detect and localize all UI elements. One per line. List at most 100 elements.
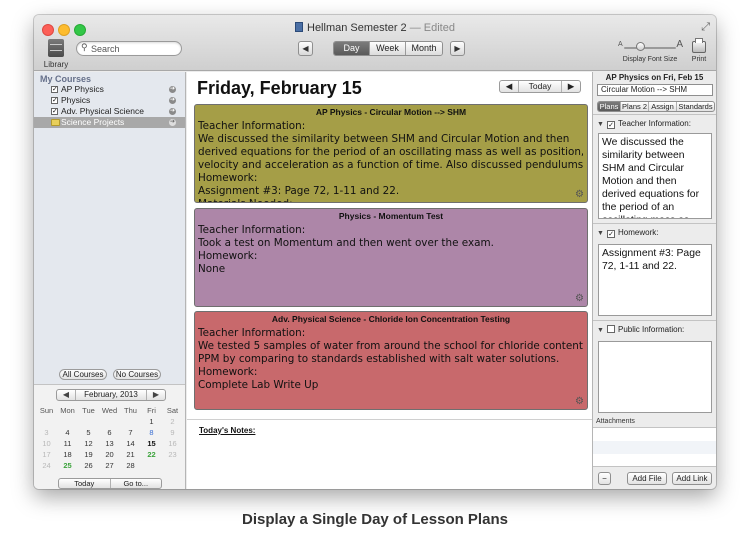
calendar-day[interactable]: 8	[141, 427, 162, 438]
course-checkbox[interactable]: ✓	[51, 86, 58, 93]
disclosure-triangle-icon[interactable]: ▼	[597, 120, 605, 130]
today-button[interactable]: Today	[518, 81, 562, 92]
font-size-slider[interactable]: A A	[618, 39, 683, 53]
section-checkbox[interactable]: ✓	[607, 121, 615, 129]
section-header: ▼ ✓ Teacher Information:	[597, 119, 691, 129]
calendar-goto-button[interactable]: Go to...	[111, 479, 162, 488]
calendar-day[interactable]: 17	[36, 449, 57, 460]
previous-day-button[interactable]: ◀	[500, 81, 518, 92]
gear-icon[interactable]: ⚙	[575, 397, 584, 407]
tab-assign[interactable]: Assign	[649, 102, 677, 111]
lesson-select[interactable]: Circular Motion --> SHM	[597, 84, 713, 96]
todays-notes-label[interactable]: Today's Notes:	[199, 426, 255, 435]
slider-knob[interactable]	[636, 42, 645, 51]
calendar-day[interactable]: 21	[120, 449, 141, 460]
calendar-day[interactable]: 7	[120, 427, 141, 438]
section-checkbox[interactable]	[607, 325, 615, 333]
lesson-card-adv-physical-science[interactable]: Adv. Physical Science - Chloride Ion Con…	[194, 311, 588, 410]
calendar-day[interactable]: 16	[162, 438, 183, 449]
calendar-day[interactable]: 2	[162, 416, 183, 427]
app-window: Hellman Semester 2 — Edited ⤢ Library ⚲ …	[34, 15, 716, 489]
calendar-today-button[interactable]: Today	[59, 479, 111, 488]
go-arrow-icon[interactable]: ➔	[169, 108, 176, 115]
course-item-ap-physics[interactable]: ✓ AP Physics ➔	[34, 84, 185, 95]
course-checkbox[interactable]: ✓	[51, 108, 58, 115]
calendar-day[interactable]: 15	[141, 438, 162, 449]
print-button[interactable]: Print	[688, 38, 710, 63]
course-item-adv-physical-science[interactable]: ✓ Adv. Physical Science ➔	[34, 106, 185, 117]
next-period-button[interactable]: ▶	[450, 41, 465, 56]
lesson-body: Teacher Information: Took a test on Momen…	[198, 224, 583, 306]
add-file-button[interactable]: Add File	[627, 472, 667, 485]
fullscreen-icon[interactable]: ⤢	[701, 21, 710, 34]
lesson-card-physics[interactable]: Physics - Momentum Test Teacher Informat…	[194, 208, 588, 307]
calendar-day[interactable]: 23	[162, 449, 183, 460]
document-icon	[295, 22, 303, 32]
lesson-card-ap-physics[interactable]: AP Physics - Circular Motion --> SHM Tea…	[194, 104, 588, 203]
calendar-weekday: Mon	[60, 406, 75, 415]
course-item-science-projects[interactable]: Science Projects ➔	[34, 117, 185, 128]
go-arrow-icon[interactable]: ➔	[169, 119, 176, 126]
calendar-day[interactable]: 13	[99, 438, 120, 449]
attachments-footer: − Add File Add Link	[593, 467, 716, 489]
calendar-day[interactable]: 26	[78, 460, 99, 471]
calendar-day[interactable]: 14	[120, 438, 141, 449]
go-arrow-icon[interactable]: ➔	[169, 86, 176, 93]
course-checkbox[interactable]: ✓	[51, 97, 58, 104]
view-week-button[interactable]: Week	[370, 42, 406, 55]
calendar-day[interactable]: 11	[57, 438, 78, 449]
calendar-day[interactable]: 9	[162, 427, 183, 438]
view-month-button[interactable]: Month	[406, 42, 442, 55]
calendar-day[interactable]: 5	[78, 427, 99, 438]
calendar-day[interactable]: 20	[99, 449, 120, 460]
tab-plans-2[interactable]: Plans 2	[621, 102, 649, 111]
figure-caption: Display a Single Day of Lesson Plans	[242, 511, 508, 528]
calendar-day[interactable]: 4	[57, 427, 78, 438]
library-button[interactable]: Library	[42, 39, 70, 69]
go-arrow-icon[interactable]: ➔	[169, 97, 176, 104]
tab-plans[interactable]: Plans	[598, 102, 621, 111]
calendar-day	[57, 416, 78, 427]
calendar-day[interactable]: 22	[141, 449, 162, 460]
all-courses-button[interactable]: All Courses	[59, 369, 107, 380]
calendar-day[interactable]: 3	[36, 427, 57, 438]
calendar-day[interactable]: 19	[78, 449, 99, 460]
calendar-prev-button[interactable]: ◀	[57, 390, 75, 400]
mini-calendar: ◀ February, 2013 ▶ Sun Mon Tue Wed Thu Fri Sat…	[34, 384, 185, 489]
search-input[interactable]	[91, 43, 177, 55]
disclosure-triangle-icon[interactable]: ▼	[597, 229, 605, 239]
calendar-day[interactable]: 27	[99, 460, 120, 471]
remove-attachment-button[interactable]: −	[598, 472, 611, 485]
next-day-button[interactable]: ▶	[562, 81, 580, 92]
lesson-line: Teacher Information:	[198, 327, 306, 339]
gear-icon[interactable]: ⚙	[575, 294, 584, 304]
view-day-button[interactable]: Day	[334, 42, 370, 55]
teacher-information-text[interactable]: We discussed the similarity between SHM …	[598, 133, 712, 219]
course-item-physics[interactable]: ✓ Physics ➔	[34, 95, 185, 106]
calendar-day[interactable]: 1	[141, 416, 162, 427]
homework-text[interactable]: Assignment #3: Page 72, 1-11 and 22.	[598, 244, 712, 316]
calendar-day[interactable]: 28	[120, 460, 141, 471]
lesson-line: velocity and acceleration as a function …	[198, 159, 583, 171]
search-field[interactable]: ⚲	[76, 41, 182, 56]
calendar-next-button[interactable]: ▶	[147, 390, 165, 400]
no-courses-button[interactable]: No Courses	[113, 369, 161, 380]
section-checkbox[interactable]: ✓	[607, 230, 615, 238]
gear-icon[interactable]: ⚙	[575, 190, 584, 200]
previous-period-button[interactable]: ◀	[298, 41, 313, 56]
calendar-day[interactable]: 25	[57, 460, 78, 471]
disclosure-triangle-icon[interactable]: ▼	[597, 326, 605, 336]
attachments-list[interactable]	[593, 427, 716, 467]
lesson-line: Materials Needed:	[198, 198, 583, 202]
add-link-button[interactable]: Add Link	[672, 472, 712, 485]
calendar-day[interactable]: 24	[36, 460, 57, 471]
slider-track	[624, 47, 676, 49]
calendar-day[interactable]: 6	[99, 427, 120, 438]
lesson-line: We discussed the similarity between SHM …	[198, 133, 570, 145]
calendar-week-row: 17 18 19 20 21 22 23	[36, 449, 183, 460]
calendar-day[interactable]: 12	[78, 438, 99, 449]
calendar-day[interactable]: 10	[36, 438, 57, 449]
public-information-text[interactable]	[598, 341, 712, 413]
tab-standards[interactable]: Standards	[677, 102, 714, 111]
calendar-day[interactable]: 18	[57, 449, 78, 460]
